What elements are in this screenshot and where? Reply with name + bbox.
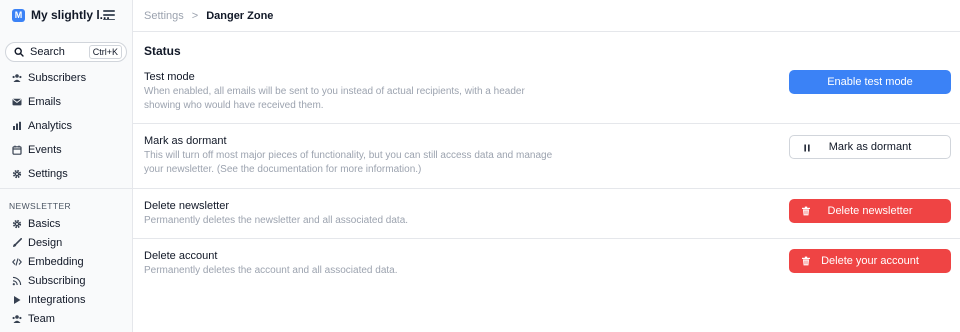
pause-icon bbox=[802, 143, 812, 153]
setting-description: This will turn off most major pieces of … bbox=[144, 150, 553, 175]
sidebar-item-label: Subscribers bbox=[28, 72, 87, 84]
sidebar-item-settings[interactable]: Settings bbox=[0, 162, 133, 186]
brand[interactable]: M My slightly l... bbox=[12, 7, 125, 23]
search-label: Search bbox=[30, 46, 65, 58]
setting-row-delete-account: Delete account Permanently deletes the a… bbox=[133, 238, 960, 288]
sidebar-item-label: Emails bbox=[28, 96, 62, 108]
code-icon bbox=[12, 257, 22, 267]
mark-as-dormant-button[interactable]: Mark as dormant bbox=[789, 135, 951, 159]
chevron-right-icon: > bbox=[191, 9, 199, 22]
play-icon bbox=[12, 295, 22, 305]
hamburger-menu-icon[interactable] bbox=[103, 10, 115, 20]
enable-test-mode-button[interactable]: Enable test mode bbox=[789, 70, 951, 94]
search-button[interactable]: Search Ctrl+K bbox=[5, 42, 127, 62]
sidebar-item-label: Basics bbox=[28, 217, 61, 230]
button-label: Mark as dormant bbox=[828, 141, 912, 153]
sidebar: M My slightly l... Search Ctrl+K Subscri… bbox=[0, 0, 133, 332]
button-label: Enable test mode bbox=[827, 76, 913, 88]
calendar-icon bbox=[12, 145, 22, 155]
search-icon bbox=[14, 47, 24, 57]
setting-row-test-mode: Test mode When enabled, all emails will … bbox=[133, 62, 960, 123]
setting-row-delete-newsletter: Delete newsletter Permanently deletes th… bbox=[133, 188, 960, 238]
app-window: M My slightly l... Search Ctrl+K Subscri… bbox=[0, 0, 960, 332]
sidebar-item-label: Events bbox=[28, 144, 62, 156]
main-nav: Subscribers Emails Analytics Events Sett… bbox=[0, 66, 133, 186]
gear-icon bbox=[12, 219, 22, 229]
sidebar-item-label: Subscribing bbox=[28, 274, 86, 287]
setting-description: When enabled, all emails will be sent to… bbox=[144, 86, 525, 111]
trash-icon bbox=[801, 206, 811, 216]
sidebar-item-label: Integrations bbox=[28, 293, 86, 306]
paintbrush-icon bbox=[12, 237, 22, 248]
sidebar-item-label: Settings bbox=[28, 168, 68, 180]
sidebar-item-design[interactable]: Design bbox=[0, 233, 133, 252]
sidebar-item-analytics[interactable]: Analytics bbox=[0, 114, 133, 138]
envelope-icon bbox=[12, 97, 22, 107]
delete-account-button[interactable]: Delete your account bbox=[789, 249, 951, 273]
sidebar-item-label: Analytics bbox=[28, 120, 73, 132]
newsletter-nav: Basics Design Embedding Subscribing Inte… bbox=[0, 214, 133, 328]
setting-description: Permanently deletes the account and all … bbox=[144, 265, 398, 276]
sidebar-item-team[interactable]: Team bbox=[0, 309, 133, 328]
breadcrumb-settings-link[interactable]: Settings bbox=[144, 10, 184, 22]
users-icon bbox=[12, 73, 22, 83]
sidebar-item-events[interactable]: Events bbox=[0, 138, 133, 162]
button-label: Delete your account bbox=[821, 255, 919, 267]
sidebar-item-subscribers[interactable]: Subscribers bbox=[0, 66, 133, 90]
search-shortcut: Ctrl+K bbox=[88, 45, 122, 59]
delete-newsletter-button[interactable]: Delete newsletter bbox=[789, 199, 951, 223]
setting-title: Delete account bbox=[144, 250, 218, 262]
sidebar-item-label: Embedding bbox=[28, 255, 84, 268]
brand-logo: M bbox=[12, 8, 25, 22]
sidebar-section-title: NEWSLETTER bbox=[9, 201, 72, 211]
sidebar-item-embedding[interactable]: Embedding bbox=[0, 252, 133, 271]
setting-title: Test mode bbox=[144, 71, 195, 83]
sidebar-item-emails[interactable]: Emails bbox=[0, 90, 133, 114]
breadcrumb: Settings > Danger Zone bbox=[133, 0, 960, 32]
sidebar-divider bbox=[0, 188, 133, 189]
bar-chart-icon bbox=[12, 121, 22, 131]
button-label: Delete newsletter bbox=[827, 205, 913, 217]
setting-title: Mark as dormant bbox=[144, 135, 227, 147]
users-icon bbox=[12, 314, 22, 324]
setting-description: Permanently deletes the newsletter and a… bbox=[144, 215, 409, 226]
trash-icon bbox=[801, 256, 811, 266]
sidebar-item-label: Design bbox=[28, 236, 63, 249]
rss-icon bbox=[12, 276, 22, 286]
setting-row-mark-dormant: Mark as dormant This will turn off most … bbox=[133, 123, 960, 188]
sidebar-item-label: Team bbox=[28, 312, 55, 325]
gear-icon bbox=[12, 169, 22, 179]
section-title-status: Status bbox=[144, 44, 181, 58]
sidebar-item-subscribing[interactable]: Subscribing bbox=[0, 271, 133, 290]
main-content: Status Test mode When enabled, all email… bbox=[133, 32, 960, 332]
sidebar-item-integrations[interactable]: Integrations bbox=[0, 290, 133, 309]
sidebar-item-basics[interactable]: Basics bbox=[0, 214, 133, 233]
setting-title: Delete newsletter bbox=[144, 200, 229, 212]
page-title: Danger Zone bbox=[206, 9, 274, 22]
